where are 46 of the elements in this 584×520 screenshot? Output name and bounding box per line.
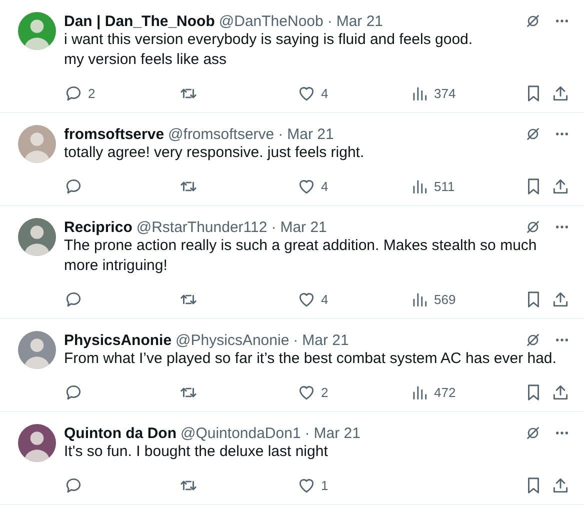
avatar: [18, 125, 56, 163]
views-button[interactable]: 374: [410, 84, 520, 102]
separator-dot: ·: [278, 126, 284, 142]
avatar: [18, 424, 56, 462]
author-name[interactable]: fromsoftserve: [64, 126, 164, 142]
author-name[interactable]: Dan | Dan_The_Noob: [64, 12, 215, 30]
post-date[interactable]: Mar 21: [280, 218, 327, 236]
author-handle[interactable]: @fromsoftserve: [168, 126, 274, 142]
post-text: totally agree! very responsive. just feels right.: [64, 143, 366, 163]
like-button[interactable]: 4: [297, 290, 410, 308]
post-date[interactable]: Mar 21: [302, 332, 349, 348]
reply-icon: [64, 382, 83, 402]
separator-dot: ·: [304, 424, 310, 442]
avatar: [18, 218, 56, 256]
separator-dot: ·: [293, 332, 298, 348]
post-text: From what I’ve played so far it’s the best combat system AC has ever had.: [64, 349, 558, 369]
author-handle[interactable]: @PhysicsAnonie: [176, 332, 290, 348]
like-button[interactable]: 4: [297, 84, 410, 102]
reply-icon: [64, 176, 83, 196]
post-date[interactable]: Mar 21: [314, 424, 360, 442]
like-button[interactable]: 1: [297, 476, 410, 494]
post-text: The prone action really is such a great addition. Makes stealth so much more intriguing!: [64, 236, 538, 276]
post-text: i want this version everybody is saying is fluid and feels good.: [64, 30, 474, 50]
separator-dot: ·: [327, 12, 332, 30]
like-button[interactable]: 4: [297, 176, 410, 196]
separator-dot: ·: [271, 218, 276, 236]
post-date[interactable]: Mar 21: [287, 126, 334, 142]
avatar: [18, 12, 56, 50]
reply-icon: [64, 476, 83, 494]
views-button[interactable]: 511: [410, 176, 520, 196]
author-name[interactable]: Reciprico: [64, 218, 132, 236]
avatar: [18, 331, 56, 369]
reply-button[interactable]: 2: [64, 84, 179, 102]
like-button[interactable]: 2: [297, 382, 410, 402]
views-button[interactable]: 569: [410, 290, 520, 308]
post-text: my version feels like ass: [64, 50, 228, 70]
author-name[interactable]: Quinton da Don: [64, 424, 176, 442]
reply-icon: [64, 84, 83, 102]
views-button[interactable]: 472: [410, 382, 520, 402]
post-text: It's so fun. I bought the deluxe last night: [64, 442, 329, 462]
author-name[interactable]: PhysicsAnonie: [64, 332, 172, 348]
author-handle[interactable]: @DanTheNoob: [218, 12, 324, 30]
reply-icon: [64, 290, 83, 308]
author-handle[interactable]: @QuintondaDon1: [180, 424, 301, 442]
post-date[interactable]: Mar 21: [336, 12, 384, 30]
author-handle[interactable]: @RstarThunder112: [136, 218, 268, 236]
